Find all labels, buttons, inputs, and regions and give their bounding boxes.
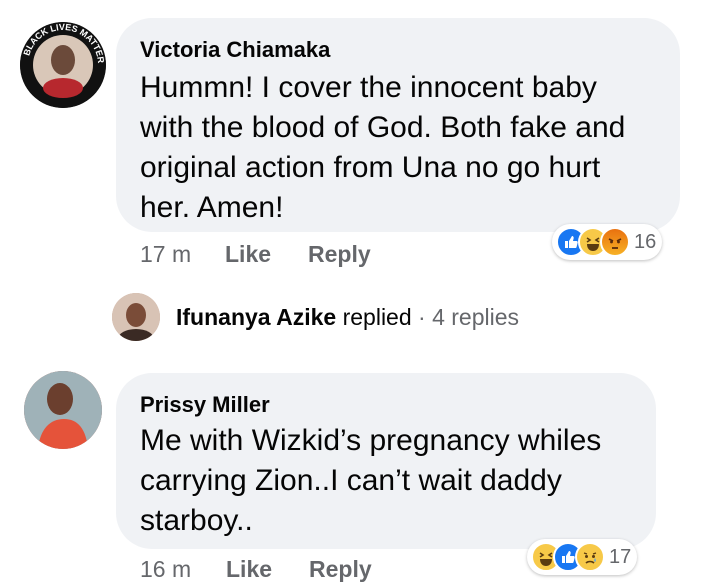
comment-text-line: carrying Zion..I can’t wait daddy <box>140 464 562 497</box>
reply-thread-link[interactable]: Ifunanya Azike replied · 4 replies <box>176 304 519 331</box>
separator: · <box>418 304 426 330</box>
reaction-summary[interactable]: 16 <box>552 224 663 260</box>
angry-icon <box>600 227 630 257</box>
reply-avatar[interactable] <box>112 293 160 341</box>
reply-count[interactable]: 4 replies <box>432 304 519 330</box>
sad-icon <box>575 542 605 572</box>
blm-avatar-frame-icon: BLACK LIVES MATTER <box>20 22 106 108</box>
like-button[interactable]: Like <box>225 241 271 268</box>
comment-text-line: original action from Una no go hurt <box>140 151 601 184</box>
reply-action: replied <box>342 304 412 330</box>
avatar[interactable] <box>24 371 102 449</box>
reply-author[interactable]: Ifunanya Azike <box>176 304 336 330</box>
comment-text-line: starboy.. <box>140 504 253 537</box>
comment-text-line: Me with Wizkid’s pregnancy whiles <box>140 424 602 457</box>
comment-text-line: her. Amen! <box>140 191 284 224</box>
person-photo-icon <box>24 371 102 449</box>
comment-timestamp[interactable]: 16 m <box>140 556 191 583</box>
person-photo-icon <box>112 293 160 341</box>
comment-text-line: Hummn! I cover the innocent baby <box>140 71 597 104</box>
reply-button[interactable]: Reply <box>309 556 372 583</box>
comment-timestamp[interactable]: 17 m <box>140 241 191 268</box>
avatar[interactable]: BLACK LIVES MATTER <box>20 22 106 108</box>
comment-text-line: with the blood of God. Both fake and <box>140 111 626 144</box>
like-button[interactable]: Like <box>226 556 272 583</box>
reaction-count: 17 <box>609 545 632 568</box>
reaction-count: 16 <box>634 230 657 253</box>
comment-author[interactable]: Prissy Miller <box>140 392 270 418</box>
reply-button[interactable]: Reply <box>308 241 371 268</box>
reaction-summary[interactable]: 17 <box>527 539 638 575</box>
comment-author[interactable]: Victoria Chiamaka <box>140 37 330 63</box>
